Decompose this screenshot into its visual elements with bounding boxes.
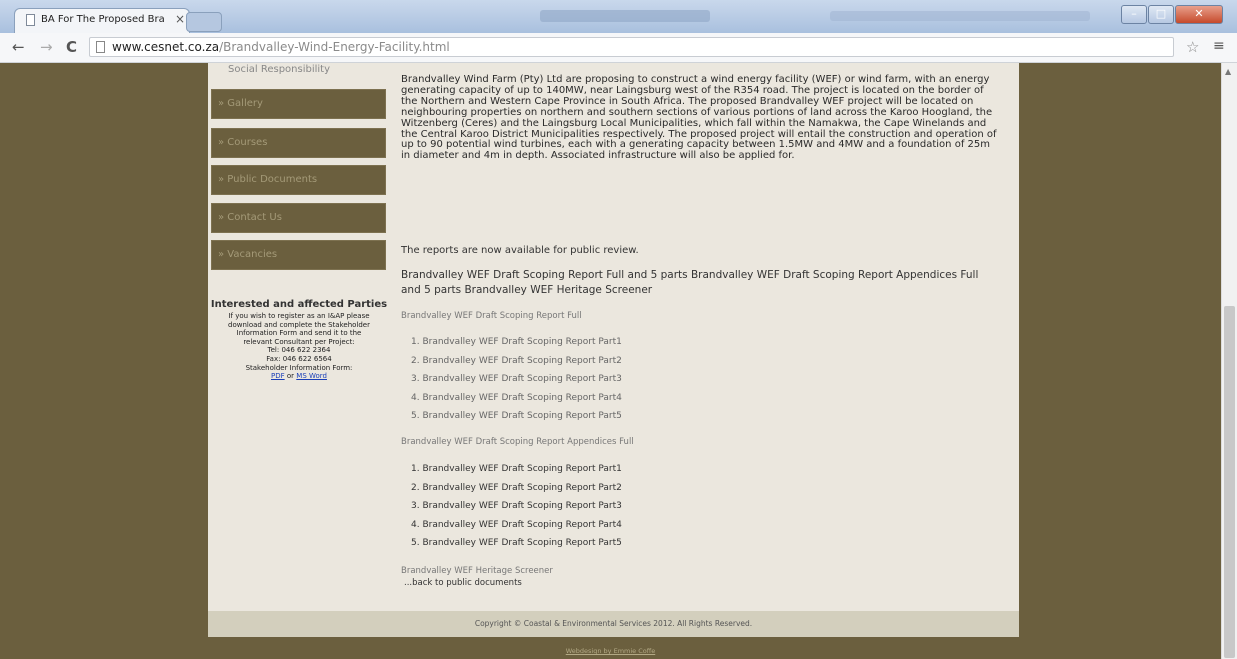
- list-item[interactable]: 4. Brandvalley WEF Draft Scoping Report …: [401, 389, 622, 408]
- page-icon: [26, 14, 35, 26]
- window-titlebar: BA For The Proposed Bra × – □ ✕: [0, 0, 1237, 33]
- close-window-button[interactable]: ✕: [1175, 5, 1223, 24]
- list-item[interactable]: 5. Brandvalley WEF Draft Scoping Report …: [401, 407, 622, 426]
- section-heading-heritage[interactable]: Brandvalley WEF Heritage Screener: [401, 566, 553, 576]
- background-window-title: [540, 10, 710, 22]
- browser-toolbar: ← → C www.cesnet.co.za/Brandvalley-Wind-…: [0, 33, 1237, 63]
- sidebar-item-gallery[interactable]: » Gallery: [211, 89, 386, 119]
- section-heading-appendices[interactable]: Brandvalley WEF Draft Scoping Report App…: [401, 437, 634, 447]
- intro-paragraph: Brandvalley Wind Farm (Pty) Ltd are prop…: [401, 74, 997, 162]
- iap-title: Interested and affected Parties: [210, 299, 388, 310]
- close-icon: ✕: [1194, 7, 1204, 20]
- maximize-button[interactable]: □: [1148, 5, 1174, 24]
- page-viewport: Social Responsibility » Gallery » Course…: [0, 63, 1221, 659]
- list-item[interactable]: 1. Brandvalley WEF Draft Scoping Report …: [401, 460, 622, 479]
- sidebar-item-courses[interactable]: » Courses: [211, 128, 386, 158]
- page-icon: [96, 41, 105, 53]
- list-item[interactable]: 1. Brandvalley WEF Draft Scoping Report …: [401, 333, 622, 352]
- list-item[interactable]: 4. Brandvalley WEF Draft Scoping Report …: [401, 516, 622, 535]
- sidebar: Social Responsibility » Gallery » Course…: [208, 63, 390, 611]
- back-icon[interactable]: ←: [12, 38, 25, 56]
- url-text: www.cesnet.co.za/Brandvalley-Wind-Energy…: [112, 40, 450, 54]
- list-item[interactable]: 2. Brandvalley WEF Draft Scoping Report …: [401, 479, 622, 498]
- reload-icon[interactable]: C: [66, 38, 77, 56]
- report-list: 1. Brandvalley WEF Draft Scoping Report …: [401, 333, 622, 426]
- new-tab-button[interactable]: [186, 12, 222, 32]
- vertical-scrollbar[interactable]: ▲: [1221, 63, 1237, 659]
- footer: Copyright © Coastal & Environmental Serv…: [208, 611, 1019, 637]
- list-item[interactable]: 2. Brandvalley WEF Draft Scoping Report …: [401, 352, 622, 371]
- scrollbar-thumb[interactable]: [1224, 306, 1235, 658]
- webdesign-link[interactable]: Webdesign by Emmie Coffe: [0, 647, 1221, 655]
- background-window-title: [830, 11, 1090, 21]
- forward-icon[interactable]: →: [40, 38, 53, 56]
- iap-block: Interested and affected Parties If you w…: [208, 299, 390, 380]
- ms-word-link[interactable]: MS Word: [296, 372, 327, 380]
- menu-icon[interactable]: ≡: [1213, 38, 1225, 54]
- list-item[interactable]: 3. Brandvalley WEF Draft Scoping Report …: [401, 370, 622, 389]
- maximize-icon: □: [1155, 7, 1167, 20]
- copyright-text: Copyright © Coastal & Environmental Serv…: [474, 619, 753, 628]
- browser-tab[interactable]: BA For The Proposed Bra ×: [14, 8, 190, 33]
- iap-text: If you wish to register as an I&AP pleas…: [228, 312, 370, 372]
- report-links-paragraph[interactable]: Brandvalley WEF Draft Scoping Report Ful…: [401, 268, 991, 298]
- sidebar-item-social-responsibility[interactable]: Social Responsibility: [228, 64, 330, 75]
- tab-title: BA For The Proposed Bra: [41, 14, 165, 25]
- bookmark-star-icon[interactable]: ☆: [1186, 38, 1199, 56]
- pdf-link[interactable]: PDF: [271, 372, 285, 380]
- main-content: Brandvalley Wind Farm (Pty) Ltd are prop…: [401, 74, 1001, 576]
- appendices-list: 1. Brandvalley WEF Draft Scoping Report …: [401, 460, 622, 553]
- sidebar-item-public-documents[interactable]: » Public Documents: [211, 165, 386, 195]
- sidebar-item-vacancies[interactable]: » Vacancies: [211, 240, 386, 270]
- minimize-button[interactable]: –: [1121, 5, 1147, 24]
- minimize-icon: –: [1131, 7, 1137, 20]
- section-heading-scoping-report[interactable]: Brandvalley WEF Draft Scoping Report Ful…: [401, 311, 582, 321]
- back-to-public-documents-link[interactable]: ...back to public documents: [404, 578, 522, 588]
- address-bar[interactable]: www.cesnet.co.za/Brandvalley-Wind-Energy…: [89, 37, 1174, 57]
- page-container: Social Responsibility » Gallery » Course…: [208, 63, 1019, 611]
- scroll-up-icon[interactable]: ▲: [1225, 67, 1231, 76]
- list-item[interactable]: 3. Brandvalley WEF Draft Scoping Report …: [401, 497, 622, 516]
- list-item[interactable]: 5. Brandvalley WEF Draft Scoping Report …: [401, 534, 622, 553]
- tab-close-button[interactable]: ×: [175, 12, 185, 26]
- sidebar-item-contact-us[interactable]: » Contact Us: [211, 203, 386, 233]
- iap-links: PDF or MS Word: [271, 372, 327, 381]
- reports-available-text: The reports are now available for public…: [401, 245, 639, 256]
